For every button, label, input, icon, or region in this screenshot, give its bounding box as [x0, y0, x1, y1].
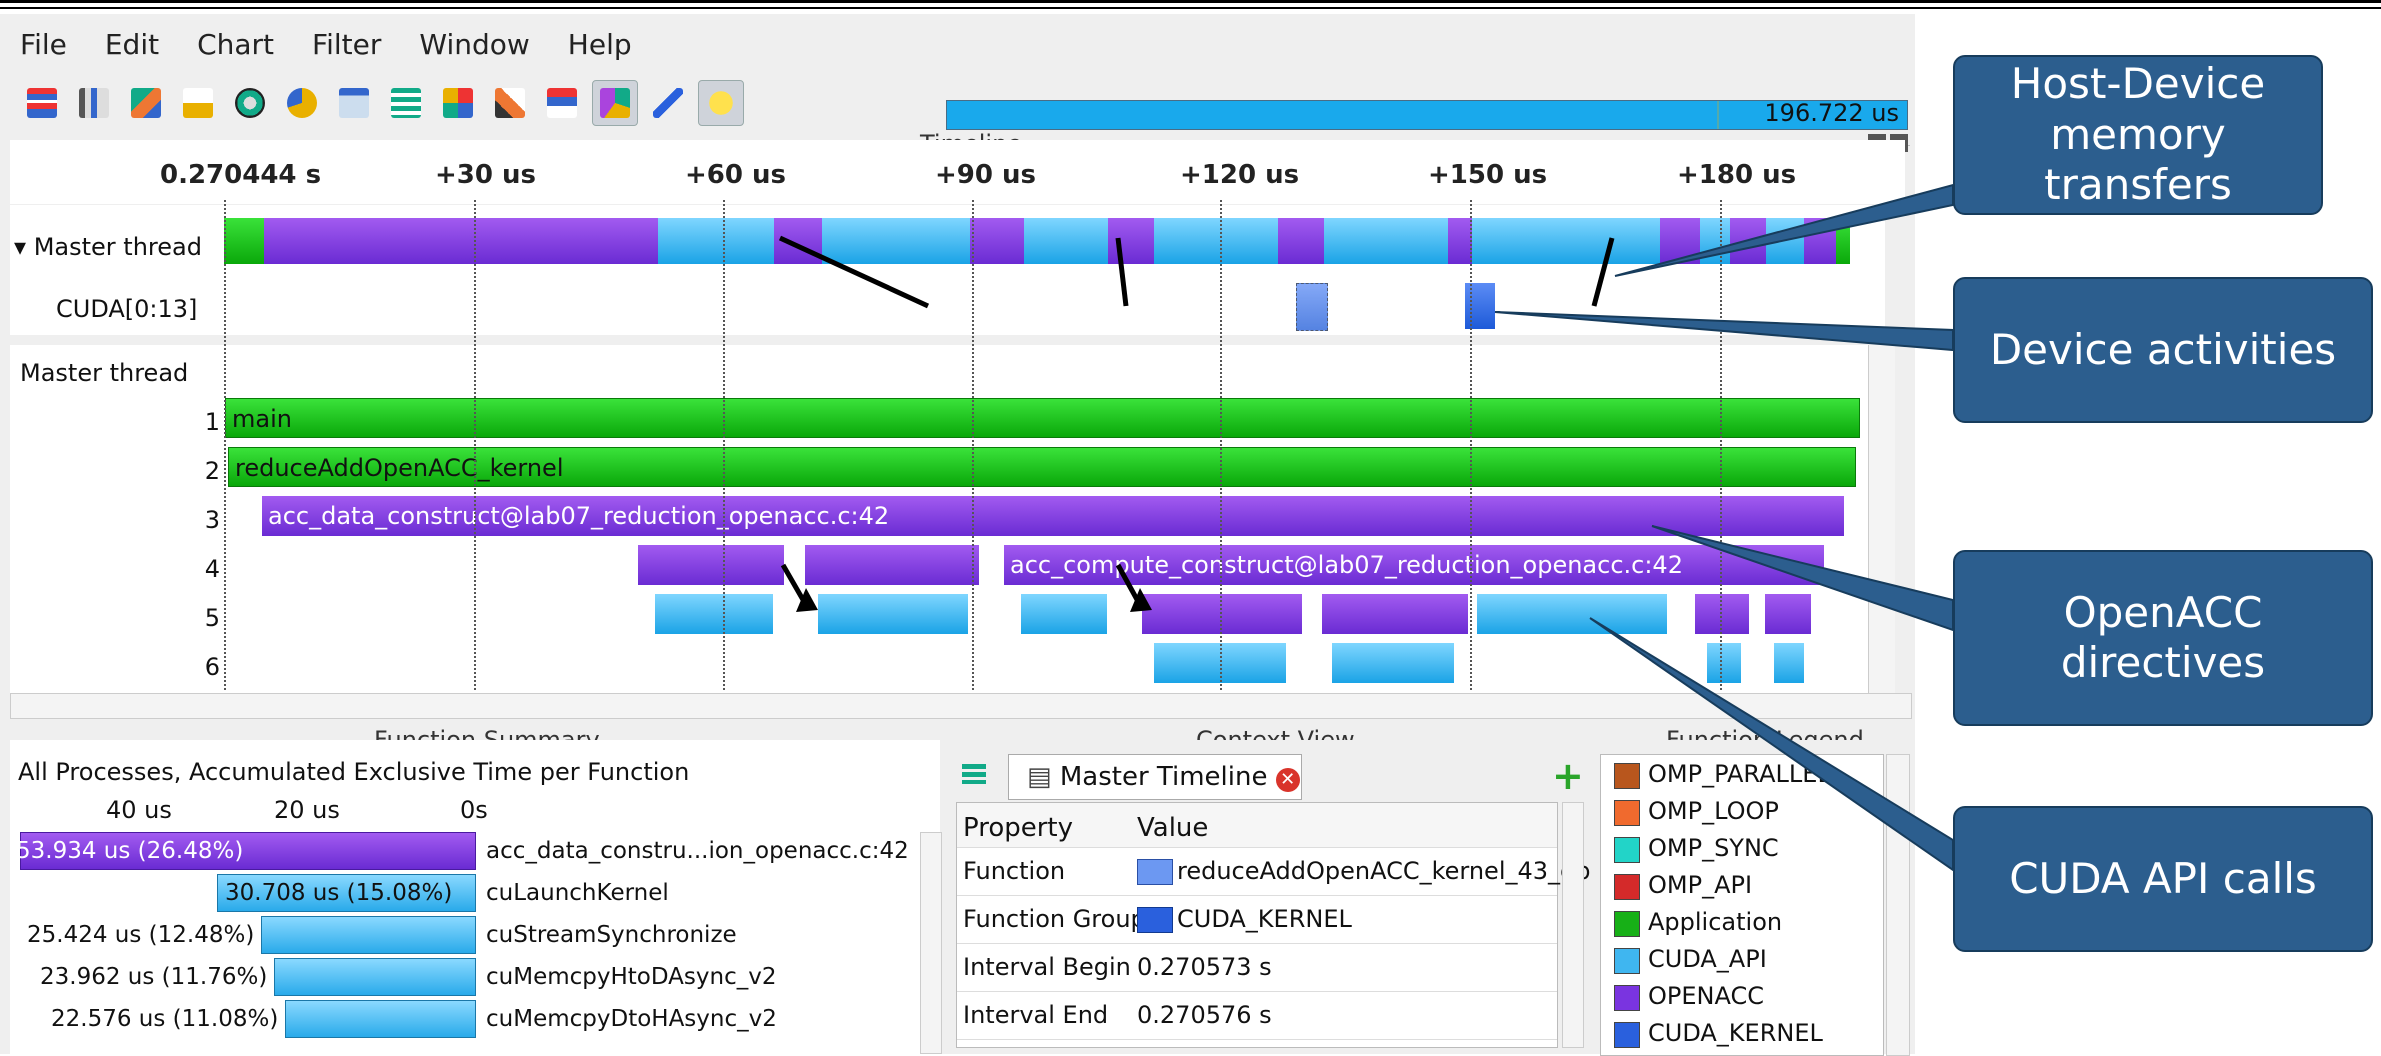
pointer-line: [778, 235, 930, 309]
annotation-overlay: [778, 183, 1954, 872]
pointer-line: [1591, 237, 1615, 307]
callout-tail: [1589, 617, 1954, 872]
annotation-lines: [778, 235, 1615, 607]
callout-tail: [1494, 311, 1954, 352]
callout-tail: [1614, 183, 1954, 277]
pointer-line: [1115, 237, 1129, 307]
callout-tail: [1651, 525, 1954, 632]
